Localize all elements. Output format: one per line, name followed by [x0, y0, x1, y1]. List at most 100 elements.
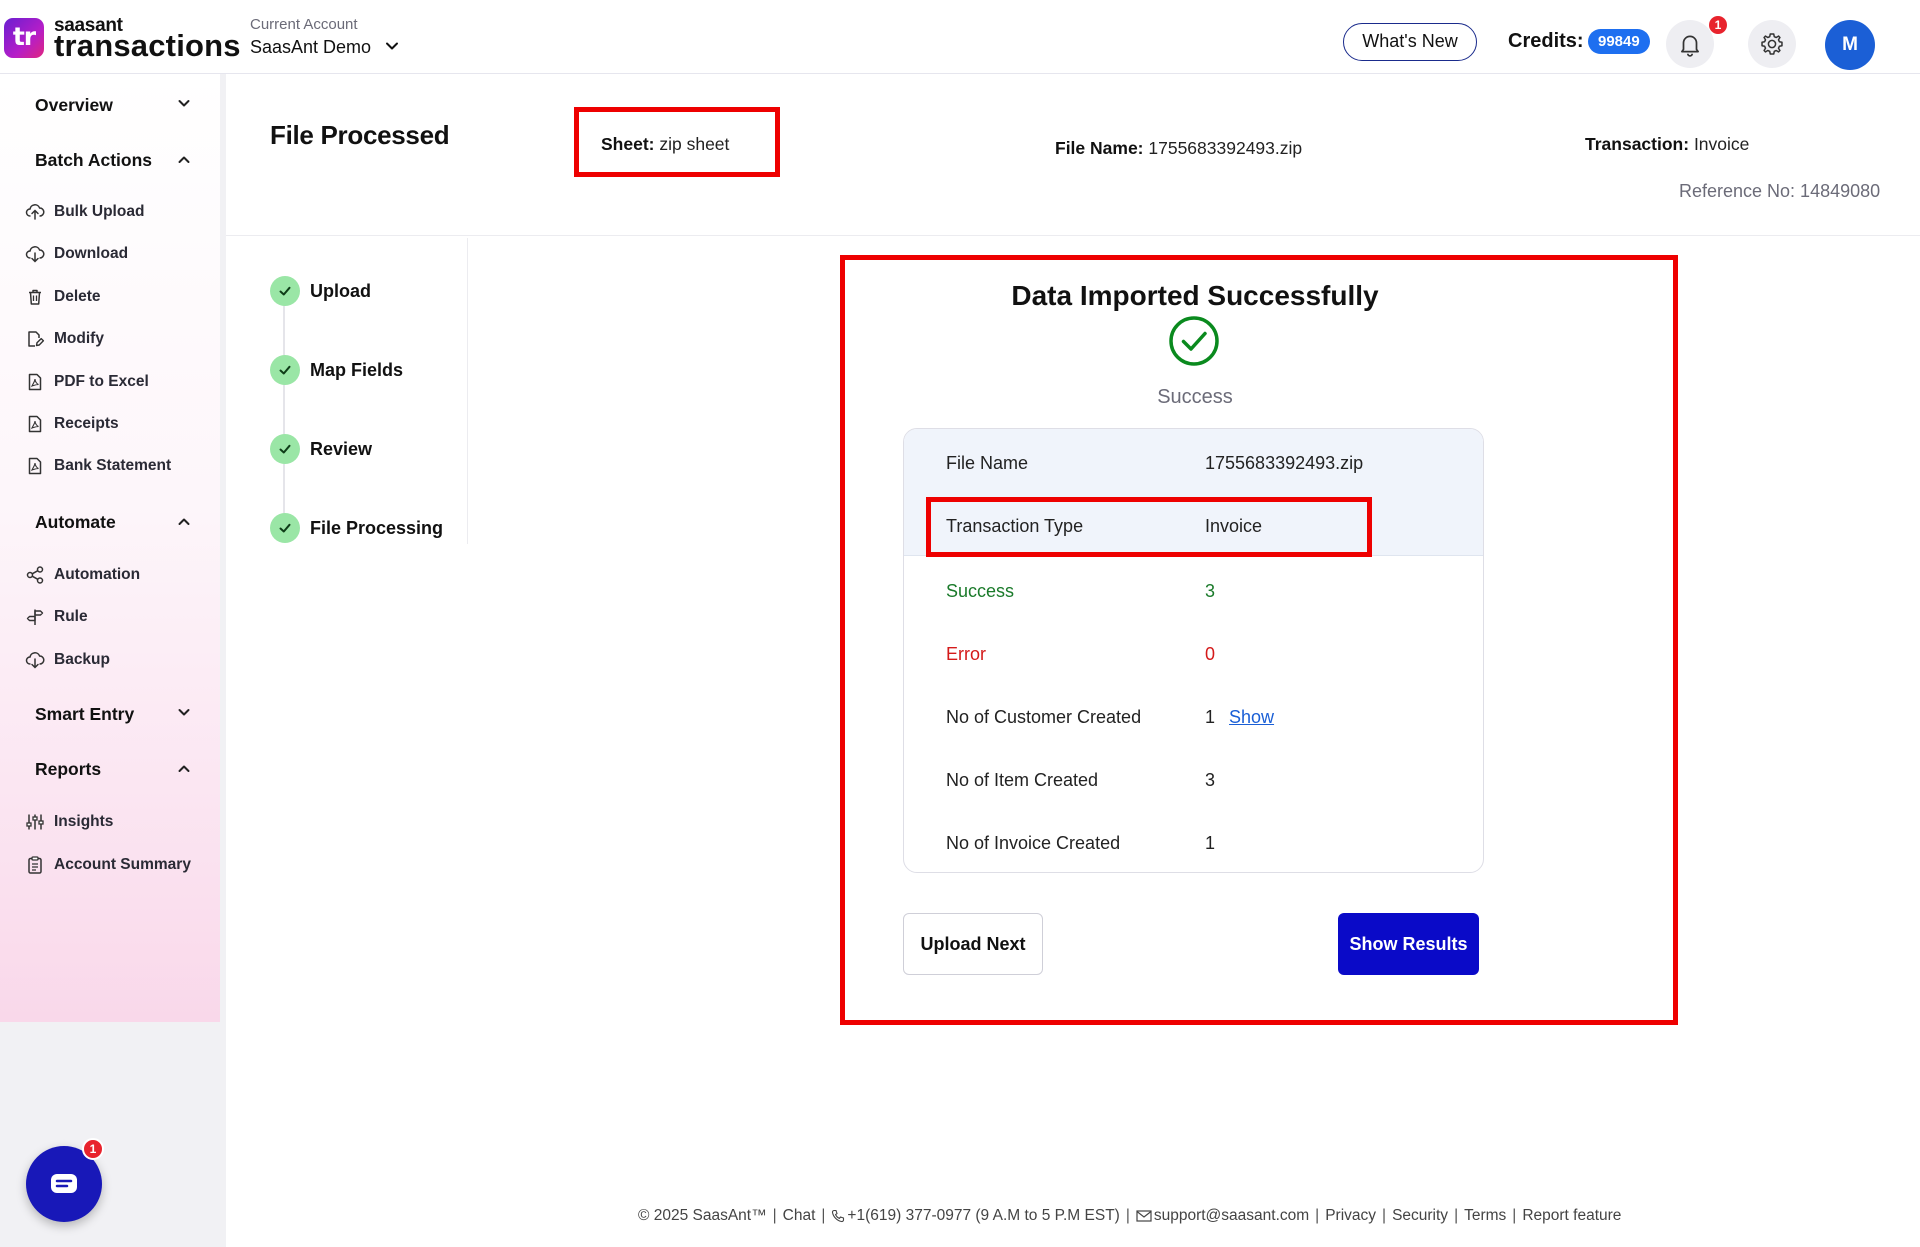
edit-file-icon — [24, 328, 46, 350]
check-icon — [270, 434, 300, 464]
nav-section-automate[interactable]: Automate — [35, 512, 116, 533]
chevron-up-icon[interactable] — [177, 153, 191, 167]
credits-label: Credits: — [1508, 30, 1584, 52]
summary-row-label: Success — [946, 581, 1015, 601]
sidebar-item-label: Bank Statement — [54, 457, 172, 474]
footer-privacy-link[interactable]: Privacy — [1325, 1207, 1376, 1225]
sidebar-item-bulk-upload[interactable]: Bulk Upload — [24, 200, 144, 224]
sidebar-item-receipts[interactable]: Receipts — [24, 412, 119, 436]
reference-number: Reference No: 14849080 — [1679, 181, 1881, 201]
settings-button[interactable] — [1748, 20, 1796, 68]
footer-phone[interactable]: +1(619) 377-0977 (9 A.M to 5 P.M EST) — [847, 1207, 1119, 1225]
step-label: Upload — [310, 280, 371, 301]
nav-section-batch-actions[interactable]: Batch Actions — [35, 150, 152, 171]
file-name-info: File Name: 1755683392493.zip — [1055, 138, 1302, 159]
success-count: 3 — [1205, 581, 1216, 601]
success-check-icon — [1168, 315, 1220, 367]
stepper-line — [283, 300, 285, 525]
summary-row-value: 1755683392493.zip — [1205, 453, 1364, 473]
show-results-button[interactable]: Show Results — [1338, 913, 1479, 975]
sheet-label: Sheet: — [601, 134, 655, 154]
sidebar-item-label: Bulk Upload — [54, 203, 145, 220]
gear-icon — [1759, 31, 1785, 57]
current-account-name[interactable]: SaasAnt Demo — [250, 37, 371, 58]
footer-chat-link[interactable]: Chat — [783, 1207, 816, 1225]
nav-section-reports[interactable]: Reports — [35, 759, 101, 780]
transaction-info: Transaction: Invoice — [1585, 134, 1749, 155]
show-customers-link[interactable]: Show — [1229, 707, 1274, 727]
sidebar-item-label: Receipts — [54, 415, 119, 432]
customer-created-count: 1 Show — [1205, 707, 1274, 728]
chevron-down-icon[interactable] — [177, 705, 191, 719]
step-map-fields: Map Fields — [270, 355, 403, 385]
transaction-label: Transaction: — [1585, 134, 1690, 154]
sheet-info: Sheet: zip sheet — [601, 134, 729, 155]
cloud-backup-icon — [24, 649, 46, 671]
result-status: Success — [1157, 386, 1233, 408]
file-name-label: File Name: — [1055, 138, 1144, 158]
signpost-icon — [24, 606, 46, 628]
mail-icon — [1136, 1209, 1152, 1223]
sidebar-item-insights[interactable]: Insights — [24, 810, 113, 834]
bell-icon — [1677, 31, 1703, 57]
summary-row-label: No of Item Created — [946, 770, 1099, 790]
sidebar-item-bank-statement[interactable]: Bank Statement — [24, 454, 171, 478]
chevron-up-icon[interactable] — [177, 515, 191, 529]
chevron-down-icon[interactable] — [177, 96, 191, 110]
sidebar-item-delete[interactable]: Delete — [24, 285, 101, 309]
sidebar-item-pdf-to-excel[interactable]: PDF to Excel — [24, 370, 149, 394]
nav-section-smart-entry[interactable]: Smart Entry — [35, 704, 134, 725]
footer-copyright: © 2025 SaasAnt™ — [638, 1207, 767, 1224]
chevron-up-icon[interactable] — [177, 762, 191, 776]
check-icon — [270, 513, 300, 543]
whats-new-button[interactable]: What's New — [1343, 23, 1477, 61]
bank-file-icon — [24, 455, 46, 477]
summary-row-label: No of Invoice Created — [946, 833, 1121, 853]
transaction-value: Invoice — [1693, 134, 1750, 154]
summary-row-label: File Name — [946, 453, 1029, 473]
sidebar-item-account-summary[interactable]: Account Summary — [24, 853, 191, 877]
step-label: File Processing — [310, 517, 444, 538]
sidebar-item-modify[interactable]: Modify — [24, 327, 104, 351]
summary-row-value: 3 — [1205, 770, 1216, 790]
summary-row-label: No of Customer Created — [946, 707, 1142, 727]
summary-card: File Name 1755683392493.zip Transaction … — [903, 428, 1484, 873]
sidebar-item-rule[interactable]: Rule — [24, 605, 88, 629]
transaction-type-highlight-box — [926, 497, 1372, 557]
sidebar-item-label: Account Summary — [54, 856, 191, 873]
sidebar-item-label: Delete — [54, 288, 101, 305]
chevron-down-icon[interactable] — [384, 38, 400, 54]
footer-terms-link[interactable]: Terms — [1464, 1207, 1506, 1225]
pdf-file-icon — [24, 371, 46, 393]
notifications-button[interactable] — [1666, 20, 1714, 68]
sidebar-item-backup[interactable]: Backup — [24, 648, 110, 672]
logo-big-text: transactions — [54, 28, 241, 63]
receipt-file-icon — [24, 413, 46, 435]
footer: © 2025 SaasAnt™ | Chat | +1(619) 377-097… — [638, 1207, 1622, 1225]
step-file-processing: File Processing — [270, 513, 443, 543]
trash-icon — [24, 286, 46, 308]
sidebar-item-label: Modify — [54, 330, 104, 347]
nav-section-overview[interactable]: Overview — [35, 95, 113, 116]
upload-next-button[interactable]: Upload Next — [903, 913, 1043, 975]
sidebar-item-download[interactable]: Download — [24, 242, 128, 266]
sidebar-item-label: Automation — [54, 566, 141, 583]
stepper-divider — [467, 238, 468, 544]
sheet-value: zip sheet — [659, 134, 730, 154]
user-avatar[interactable]: M — [1825, 20, 1875, 70]
footer-report-feature-link[interactable]: Report feature — [1522, 1207, 1621, 1225]
sidebar-item-automation[interactable]: Automation — [24, 563, 140, 587]
footer-security-link[interactable]: Security — [1392, 1207, 1448, 1225]
sidebar-item-label: PDF to Excel — [54, 373, 149, 390]
sidebar: Overview Batch Actions Bulk Upload Downl… — [0, 74, 226, 1247]
footer-email-link[interactable]: support@saasant.com — [1154, 1207, 1309, 1225]
summary-row-label: Error — [946, 644, 986, 664]
notification-count-badge: 1 — [1709, 16, 1727, 34]
logo-mark: tr — [4, 18, 44, 58]
step-upload: Upload — [270, 276, 371, 306]
sliders-icon — [24, 811, 46, 833]
step-review: Review — [270, 434, 372, 464]
share-nodes-icon — [24, 564, 46, 586]
cloud-upload-icon — [24, 201, 46, 223]
file-name-value: 1755683392493.zip — [1148, 138, 1303, 158]
